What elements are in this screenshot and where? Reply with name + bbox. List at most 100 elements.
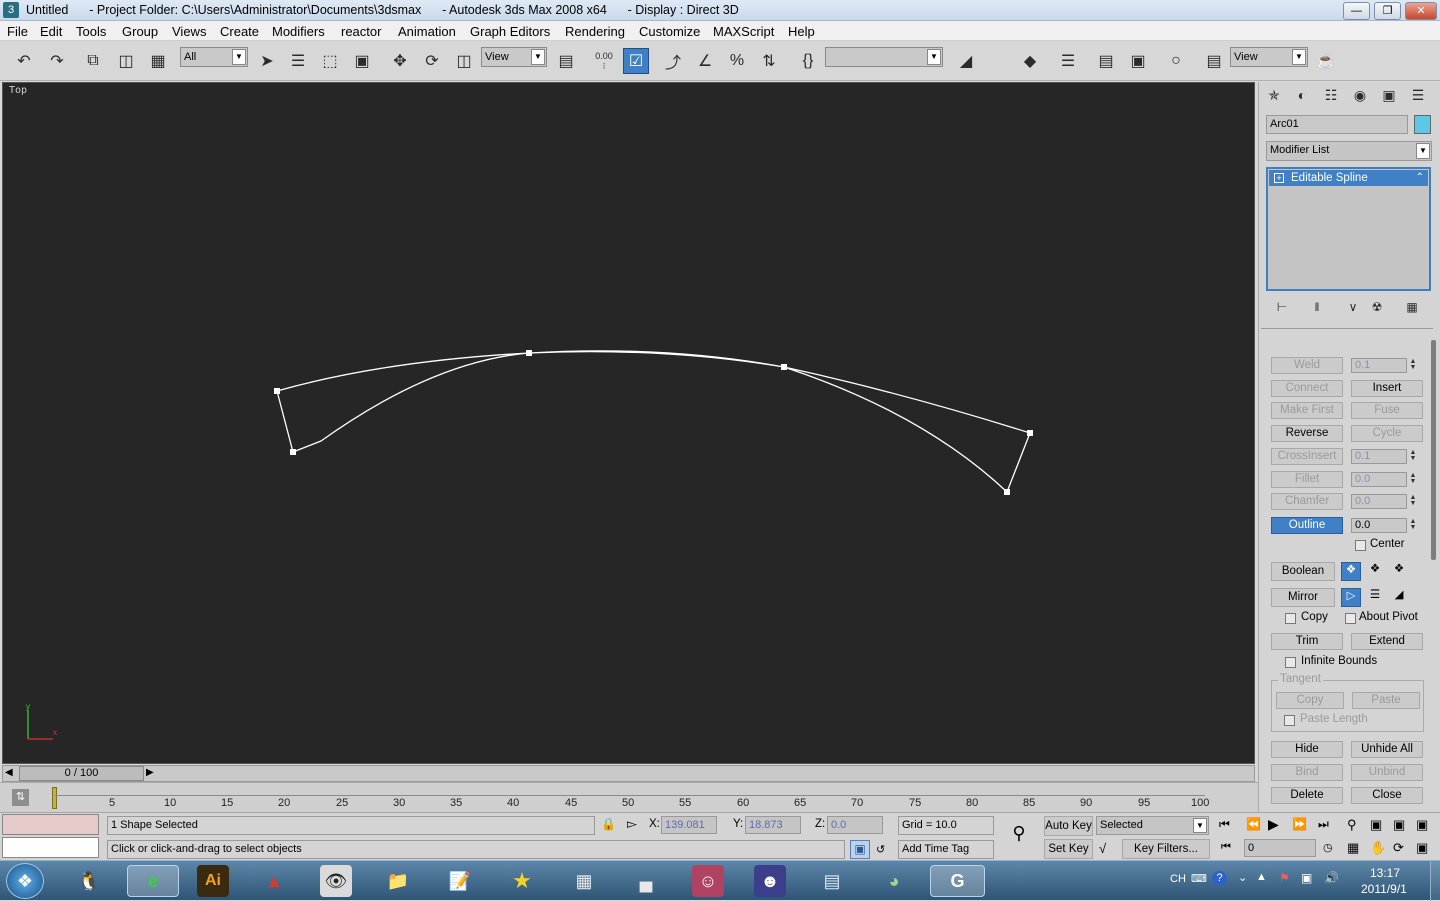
select-and-rotate-icon[interactable]: ⟳ <box>419 48 445 74</box>
maxscript-listener-pink[interactable] <box>2 814 99 835</box>
window-crossing-icon[interactable]: ▣ <box>349 48 375 74</box>
curve-editor-icon[interactable]: ▤ <box>1093 48 1119 74</box>
insert-button[interactable]: Insert <box>1351 380 1423 397</box>
zoom-extents-icon[interactable]: ▣ <box>1393 817 1405 833</box>
region-zoom-icon[interactable]: ▦ <box>1347 840 1359 856</box>
bind-space-warp-icon[interactable]: ▦ <box>145 48 171 74</box>
make-unique-icon[interactable]: ∨ <box>1342 296 1364 318</box>
notes-taskbar-icon[interactable]: 📝 <box>444 865 476 897</box>
unlink-icon[interactable]: ◫ <box>113 48 139 74</box>
volume-icon[interactable]: 🔊 <box>1324 871 1339 885</box>
layer-manager-icon[interactable]: ☰ <box>1055 48 1081 74</box>
go-to-end-icon[interactable]: ⏭ <box>1318 817 1329 832</box>
vertex[interactable] <box>1004 489 1010 495</box>
3dsmax-taskbar-icon[interactable]: G <box>930 865 985 897</box>
zoom-extents-all-icon[interactable]: ▣ <box>1416 817 1428 833</box>
boolean-subtract-icon[interactable]: ❖ <box>1365 562 1385 581</box>
slider-prev-icon[interactable]: ◀ <box>5 767 13 778</box>
pin-stack-icon[interactable]: ⊢ <box>1271 296 1293 318</box>
menu-group[interactable]: Group <box>122 24 158 39</box>
show-desktop-button[interactable] <box>1430 861 1440 901</box>
undo-icon[interactable]: ↶ <box>11 48 37 74</box>
reference-coordinate-dropdown[interactable]: View ▼ <box>481 47 547 67</box>
time-slider[interactable]: ◀ 0 / 100 ▶ <box>2 765 1255 782</box>
reverse-button[interactable]: Reverse <box>1271 425 1343 442</box>
track-bar[interactable]: ⇅ 5 10 15 20 25 30 35 40 45 50 55 60 65 … <box>0 782 1258 812</box>
spinner-snap-icon[interactable]: ⇅ <box>756 48 782 74</box>
previous-frame-icon[interactable]: ⏪ <box>1246 817 1261 831</box>
select-by-name-icon[interactable]: ☰ <box>285 48 311 74</box>
current-frame-input[interactable]: 0 <box>1244 839 1316 857</box>
network-icon[interactable]: ▣ <box>1301 871 1312 885</box>
schematic-view-icon[interactable]: ▣ <box>1125 48 1151 74</box>
menu-modifiers[interactable]: Modifiers <box>272 24 325 39</box>
redo-icon[interactable]: ↷ <box>44 48 70 74</box>
minimize-button[interactable]: — <box>1343 2 1370 20</box>
menu-reactor[interactable]: reactor <box>341 24 381 39</box>
show-hidden-icons-icon[interactable]: ▲ <box>1256 871 1267 883</box>
menu-edit[interactable]: Edit <box>40 24 62 39</box>
play-icon[interactable]: ▶ <box>1268 816 1279 833</box>
maxscript-listener-white[interactable] <box>2 837 99 858</box>
menu-create[interactable]: Create <box>220 24 259 39</box>
mirror-horizontal-icon[interactable]: ▷ <box>1341 588 1361 607</box>
spinner-arrows-icon[interactable]: ▲ ▼ <box>1408 449 1418 463</box>
expand-icon[interactable]: + <box>1274 173 1284 183</box>
copy-checkbox[interactable] <box>1285 613 1296 624</box>
connect-button[interactable]: Connect <box>1271 380 1343 397</box>
keyboard-icon[interactable]: ⌨ <box>1191 872 1207 885</box>
x-coordinate-input[interactable]: 139.081 <box>661 816 717 834</box>
app-icon[interactable]: 3 <box>3 2 19 18</box>
vertex[interactable] <box>274 388 280 394</box>
autocad-taskbar-icon[interactable]: ▲ <box>258 865 290 897</box>
object-color-swatch[interactable] <box>1414 115 1431 134</box>
menu-help[interactable]: Help <box>788 24 815 39</box>
menu-graph-editors[interactable]: Graph Editors <box>470 24 550 39</box>
start-button[interactable]: ❖ <box>6 863 44 899</box>
anime-app-2-taskbar-icon[interactable]: ☻ <box>754 865 786 897</box>
display-tab-icon[interactable]: ▣ <box>1378 84 1400 106</box>
paste-length-checkbox[interactable] <box>1284 715 1295 726</box>
edit-named-selection-icon[interactable]: {} <box>795 48 821 74</box>
fuse-button[interactable]: Fuse <box>1351 402 1423 419</box>
explorer-taskbar-icon[interactable]: 📁 <box>382 865 414 897</box>
spinner-arrows-icon[interactable]: ▲ ▼ <box>1408 358 1418 372</box>
delete-button[interactable]: Delete <box>1271 787 1343 804</box>
weld-spinner[interactable]: 0.1 ▲ ▼ <box>1351 358 1416 373</box>
auto-key-button[interactable]: Auto Key <box>1044 816 1093 836</box>
weld-button[interactable]: Weld <box>1271 357 1343 374</box>
center-checkbox[interactable] <box>1355 540 1366 551</box>
set-keys-key-icon[interactable]: ⚲ <box>1004 823 1034 847</box>
crossinsert-spinner[interactable]: 0.1 ▲ ▼ <box>1351 449 1416 464</box>
motion-tab-icon[interactable]: ◉ <box>1349 84 1371 106</box>
anime-app-taskbar-icon[interactable]: ☺ <box>692 865 724 897</box>
viewport-top[interactable]: Top y x <box>2 82 1255 764</box>
create-tab-icon[interactable]: ✯ <box>1263 84 1285 106</box>
menu-tools[interactable]: Tools <box>76 24 106 39</box>
grid-app-taskbar-icon[interactable]: ▦ <box>568 865 600 897</box>
panel-scrollbar[interactable] <box>1431 340 1436 560</box>
show-end-result-icon[interactable]: ‖ <box>1306 296 1328 318</box>
snap-toggle-icon[interactable]: ⤴ <box>660 48 686 74</box>
lock-selection-icon[interactable]: 🔒 <box>601 817 616 831</box>
mirror-button[interactable]: Mirror <box>1271 588 1335 607</box>
spinner-arrows-icon[interactable]: ▲ ▼ <box>1408 518 1418 532</box>
slider-next-icon[interactable]: ▶ <box>146 767 154 778</box>
close-button[interactable]: ✕ <box>1405 2 1437 20</box>
menu-file[interactable]: File <box>7 24 28 39</box>
select-and-link-icon[interactable]: ⧉ <box>80 48 106 74</box>
calculator-taskbar-icon[interactable]: ▤ <box>816 865 848 897</box>
snaps-toggle-icon[interactable]: 0.00 ⁝ <box>591 48 617 74</box>
chamfer-button[interactable]: Chamfer <box>1271 493 1343 510</box>
y-coordinate-input[interactable]: 18.873 <box>745 816 801 834</box>
vertex[interactable] <box>290 449 296 455</box>
drive-taskbar-icon[interactable]: ▄ <box>630 865 662 897</box>
vertex[interactable] <box>1027 430 1033 436</box>
boolean-union-icon[interactable]: ❖ <box>1341 562 1361 581</box>
next-frame-icon[interactable]: ⏩ <box>1292 817 1307 831</box>
favorites-taskbar-icon[interactable]: ★ <box>506 865 538 897</box>
absolute-mode-icon[interactable]: ▻ <box>627 816 637 832</box>
make-first-button[interactable]: Make First <box>1271 402 1343 419</box>
outline-spinner[interactable]: 0.0 ▲ ▼ <box>1351 518 1416 533</box>
material-editor-icon[interactable]: ○ <box>1163 48 1189 74</box>
